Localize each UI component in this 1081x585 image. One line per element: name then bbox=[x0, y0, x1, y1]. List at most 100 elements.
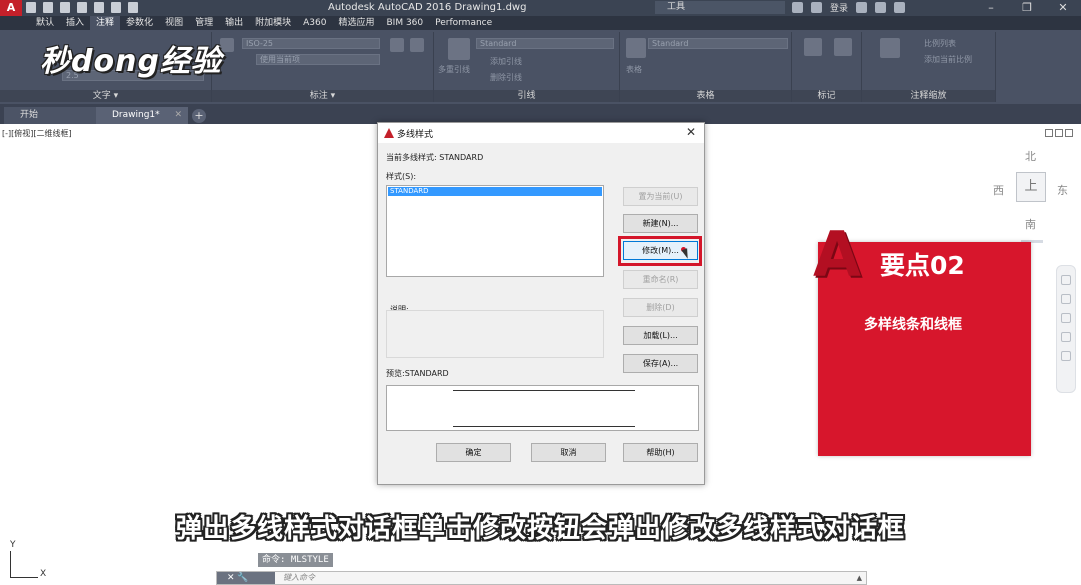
cancel-button[interactable]: 取消 bbox=[531, 443, 606, 462]
viewport-controls-label[interactable]: [-][俯视][二维线框] bbox=[2, 128, 72, 139]
dialog-title-bar[interactable]: 多线样式 ✕ bbox=[378, 123, 704, 143]
maximize-button[interactable]: ❐ bbox=[1009, 0, 1045, 16]
dialog-close-icon[interactable]: ✕ bbox=[686, 125, 696, 139]
tab-drawing1[interactable]: Drawing1* ✕ bbox=[96, 107, 188, 124]
mark-panel: 标记 bbox=[792, 32, 862, 102]
title-bar: A Autodesk AutoCAD 2016 Drawing1.dwg 工具 … bbox=[0, 0, 1081, 16]
user-icon[interactable] bbox=[811, 2, 822, 13]
ribbon-tab[interactable]: 默认 bbox=[30, 16, 60, 30]
viewcube-north[interactable]: 北 bbox=[1025, 148, 1036, 164]
cloud-icon[interactable] bbox=[834, 38, 852, 56]
viewcube-top-face[interactable]: 上 bbox=[1016, 172, 1046, 202]
ribbon-tab[interactable]: 视图 bbox=[159, 16, 189, 30]
dimension-panel-title[interactable]: 标注 ▾ bbox=[212, 90, 433, 102]
dim-layer-combo[interactable]: 使用当前项 bbox=[256, 54, 380, 65]
ribbon-tab[interactable]: 参数化 bbox=[120, 16, 159, 30]
print-icon[interactable] bbox=[94, 2, 104, 13]
new-tab-button[interactable]: + bbox=[192, 109, 206, 123]
leader-style-combo[interactable]: Standard bbox=[476, 38, 614, 49]
ucs-y-axis bbox=[10, 551, 11, 578]
dim-style-combo[interactable]: ISO-25 bbox=[242, 38, 380, 49]
ribbon-tab[interactable]: 输出 bbox=[219, 16, 249, 30]
rename-style-button[interactable]: 重命名(R) bbox=[623, 270, 698, 289]
ucs-y-label: Y bbox=[10, 540, 16, 550]
preview-line-top bbox=[453, 390, 635, 391]
steering-wheel-icon[interactable] bbox=[1061, 275, 1071, 285]
table-style-combo[interactable]: Standard bbox=[648, 38, 788, 49]
remove-leader-label[interactable]: 删除引线 bbox=[490, 72, 522, 83]
showmotion-icon[interactable] bbox=[1061, 351, 1071, 361]
minimize-button[interactable]: – bbox=[973, 0, 1009, 16]
style-item-standard[interactable]: STANDARD bbox=[388, 187, 602, 196]
orbit-icon[interactable] bbox=[1061, 332, 1071, 342]
command-line-tools[interactable]: ✕ 🔧 bbox=[217, 572, 275, 584]
annotation-scale-panel-title[interactable]: 注释缩放 bbox=[862, 90, 995, 102]
pan-icon[interactable] bbox=[1061, 294, 1071, 304]
save-style-button[interactable]: 保存(A)... bbox=[623, 354, 698, 373]
autocad-logo-icon[interactable]: A bbox=[0, 0, 22, 16]
preview-box bbox=[386, 385, 699, 431]
ribbon-tab[interactable]: 插入 bbox=[60, 16, 90, 30]
save-as-icon[interactable] bbox=[77, 2, 87, 13]
search-icon[interactable] bbox=[792, 2, 803, 13]
current-style-label: 当前多线样式: STANDARD bbox=[386, 153, 484, 162]
search-box[interactable]: 工具 bbox=[655, 1, 785, 14]
text-panel-title[interactable]: 文字 ▾ bbox=[0, 90, 211, 102]
vp-close-icon[interactable] bbox=[1065, 129, 1073, 137]
save-icon[interactable] bbox=[60, 2, 70, 13]
command-history-toggle-icon[interactable]: ▲ bbox=[857, 574, 862, 582]
annotation-scale-icon[interactable] bbox=[880, 38, 900, 58]
vp-restore-icon[interactable] bbox=[1055, 129, 1063, 137]
vp-minimize-icon[interactable] bbox=[1045, 129, 1053, 137]
multileader-label[interactable]: 多重引线 bbox=[438, 64, 470, 75]
ok-button[interactable]: 确定 bbox=[436, 443, 511, 462]
delete-style-button[interactable]: 删除(D) bbox=[623, 298, 698, 317]
watermark-logo: 秒dong经验 bbox=[40, 44, 222, 79]
viewcube-south[interactable]: 南 bbox=[1025, 216, 1036, 232]
leader-panel-title[interactable]: 引线 bbox=[434, 90, 619, 102]
help-button[interactable]: 帮助(H) bbox=[623, 443, 698, 462]
dim-tool-icon[interactable] bbox=[390, 38, 404, 52]
table-panel-title[interactable]: 表格 bbox=[620, 90, 791, 102]
new-style-button[interactable]: 新建(N)... bbox=[623, 214, 698, 233]
add-current-scale-label[interactable]: 添加当前比例 bbox=[924, 54, 972, 65]
new-icon[interactable] bbox=[26, 2, 36, 13]
ribbon-tab[interactable]: BIM 360 bbox=[380, 16, 429, 30]
multileader-icon[interactable] bbox=[448, 38, 470, 60]
command-input[interactable]: 键入命令 bbox=[283, 572, 315, 584]
scale-list-label[interactable]: 比例列表 bbox=[924, 38, 956, 49]
dimension-icon[interactable] bbox=[220, 38, 234, 52]
exchange-icon[interactable] bbox=[856, 2, 868, 13]
set-current-button[interactable]: 置为当前(U) bbox=[623, 187, 698, 206]
ribbon-tab[interactable]: A360 bbox=[297, 16, 332, 30]
ribbon-tab[interactable]: 精选应用 bbox=[332, 16, 380, 30]
ribbon-tab-bar: 默认 插入 注释 参数化 视图 管理 输出 附加模块 A360 精选应用 BIM 360 Perfor… bbox=[0, 16, 1081, 30]
ribbon-tab[interactable]: 注释 bbox=[90, 16, 121, 30]
dim-tool-2-icon[interactable] bbox=[410, 38, 424, 52]
viewcube-east[interactable]: 东 bbox=[1057, 182, 1068, 198]
styles-label: 样式(S): bbox=[386, 172, 417, 181]
add-leader-label[interactable]: 添加引线 bbox=[490, 56, 522, 67]
undo-icon[interactable] bbox=[111, 2, 121, 13]
markup-icon[interactable] bbox=[804, 38, 822, 56]
close-tab-icon[interactable]: ✕ bbox=[174, 107, 182, 124]
redo-icon[interactable] bbox=[128, 2, 138, 13]
tab-start[interactable]: 开始 bbox=[4, 107, 96, 124]
mark-panel-title[interactable]: 标记 bbox=[792, 90, 861, 102]
command-line: ✕ 🔧 键入命令 ▲ bbox=[216, 571, 867, 585]
ribbon-tab[interactable]: 管理 bbox=[189, 16, 219, 30]
open-icon[interactable] bbox=[43, 2, 53, 13]
styles-listbox[interactable]: STANDARD bbox=[386, 185, 604, 277]
viewcube-west[interactable]: 西 bbox=[993, 182, 1004, 198]
sign-in-label[interactable]: 登录 bbox=[830, 1, 848, 14]
alert-icon[interactable] bbox=[875, 2, 887, 13]
help-icon[interactable] bbox=[894, 2, 906, 13]
table-label[interactable]: 表格 bbox=[626, 64, 642, 75]
zoom-icon[interactable] bbox=[1061, 313, 1071, 323]
ribbon-tab[interactable]: Performance bbox=[429, 16, 498, 30]
tab-drawing1-label: Drawing1* bbox=[112, 110, 160, 120]
load-style-button[interactable]: 加载(L)... bbox=[623, 326, 698, 345]
table-icon[interactable] bbox=[626, 38, 646, 58]
ribbon-tab[interactable]: 附加模块 bbox=[249, 16, 297, 30]
close-button[interactable]: ✕ bbox=[1045, 0, 1081, 16]
